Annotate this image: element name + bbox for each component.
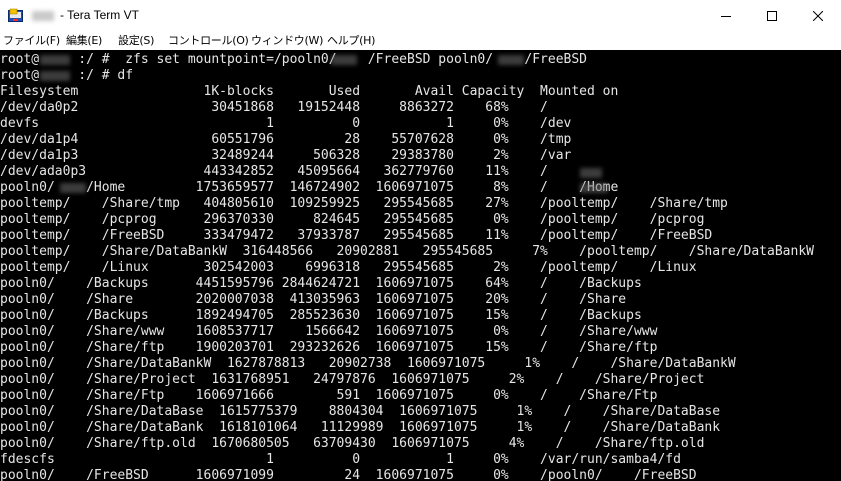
terminal-line: pooln0/ /Share/ftp 1900203701 293232626 …	[0, 340, 658, 355]
terminal-line: /dev/da1p4 60551796 28 55707628 0% /tmp	[0, 132, 572, 147]
menu-window[interactable]: ウィンドウ(W)	[251, 34, 323, 48]
close-button[interactable]	[795, 0, 841, 32]
terminal-line: pooln0/ /Share/Project 1631768951 247978…	[0, 372, 705, 387]
maximize-icon	[767, 11, 777, 21]
redaction-mark	[40, 71, 70, 81]
redaction-mark	[580, 183, 608, 193]
window-title-text: - Tera Term VT	[60, 8, 139, 22]
terminal-line: pooln0/ /Share/ftp.old 1670680505 637094…	[0, 436, 705, 451]
terminal-line: pooln0/ /Share/DataBase 1615775379 88043…	[0, 404, 721, 419]
maximize-button[interactable]	[749, 0, 795, 32]
menu-edit[interactable]: 編集(E)	[66, 34, 102, 48]
terminal-line: pooltemp/ /pcprog 296370330 824645 29554…	[0, 212, 705, 227]
minimize-button[interactable]	[703, 0, 749, 32]
menu-bar: ファイル(F) 編集(E) 設定(S) コントロール(O) ウィンドウ(W) ヘ…	[0, 32, 841, 50]
window-title: - Tera Term VT	[32, 8, 139, 22]
close-icon	[813, 11, 823, 21]
terminal-line: pooln0/ /Home 1753659577 146724902 16069…	[0, 180, 619, 195]
redacted-host-name	[32, 10, 54, 21]
terminal-line: Filesystem 1K-blocks Used Avail Capacity…	[0, 84, 619, 99]
terminal-line: pooln0/ /Share 2020007038 413035963 1606…	[0, 292, 627, 307]
terminal-line: pooln0/ /Share/DataBank 1618101064 11129…	[0, 420, 721, 435]
terminal-line: pooln0/ /Share/Ftp 1606971666 591 160697…	[0, 388, 658, 403]
terminal-line: pooln0/ /Share/DataBankW 1627878813 2090…	[0, 356, 736, 371]
teraterm-window: - Tera Term VT ファイル(F) 編集(E) 設定(S) コントロー…	[0, 0, 841, 481]
menu-setup[interactable]: 設定(S)	[118, 34, 154, 48]
terminal-line: pooln0/ /Backups 1892494705 285523630 16…	[0, 308, 642, 323]
menu-help[interactable]: ヘルプ(H)	[327, 34, 375, 48]
terminal-line: /dev/ada0p3 443342852 45095664 362779760…	[0, 164, 548, 179]
teraterm-app-icon[interactable]	[8, 8, 23, 23]
terminal-line: pooltemp/ /Linux 302542003 6996318 29554…	[0, 260, 697, 275]
menu-file[interactable]: ファイル(F)	[3, 34, 60, 48]
terminal-line: devfs 1 0 1 0% /dev	[0, 116, 572, 131]
title-bar[interactable]: - Tera Term VT	[0, 0, 841, 32]
minimize-icon	[721, 16, 731, 17]
terminal-screen[interactable]: root@ :/ # zfs set mountpoint=/pooln0/ /…	[0, 50, 841, 481]
menu-control[interactable]: コントロール(O)	[168, 34, 249, 48]
redaction-mark	[498, 55, 524, 65]
redaction-mark	[331, 55, 357, 65]
terminal-line: /dev/da1p3 32489244 506328 29383780 2% /…	[0, 148, 572, 163]
redaction-mark	[40, 55, 70, 65]
terminal-line: pooltemp/ /FreeBSD 333479472 37933787 29…	[0, 228, 713, 243]
terminal-line: fdescfs 1 0 1 0% /var/run/samba4/fd	[0, 452, 681, 467]
terminal-line: /dev/da0p2 30451868 19152448 8863272 68%…	[0, 100, 548, 115]
terminal-line: pooln0/ /Backups 4451595796 2844624721 1…	[0, 276, 642, 291]
terminal-line: pooltemp/ /Share/DataBankW 316448566 209…	[0, 244, 814, 259]
redaction-mark	[580, 168, 602, 178]
terminal-line: pooln0/ /Share/www 1608537717 1566642 16…	[0, 324, 658, 339]
redaction-mark	[60, 183, 86, 193]
terminal-line: pooln0/ /FreeBSD 1606971099 24 160697107…	[0, 468, 697, 481]
terminal-line: pooltemp/ /Share/tmp 404805610 109259925…	[0, 196, 728, 211]
